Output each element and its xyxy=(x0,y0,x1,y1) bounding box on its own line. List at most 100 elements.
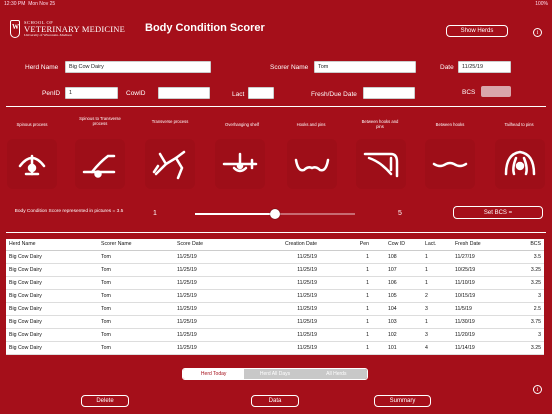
hooks-and-pins-icon[interactable] xyxy=(287,139,337,189)
table-cell: Big Cow Dairy xyxy=(6,250,98,264)
between-hooks-and-pins-icon[interactable] xyxy=(356,139,406,189)
lact-field[interactable] xyxy=(248,87,274,99)
table-cell: 11/25/19 xyxy=(258,341,320,355)
col-herd-name[interactable]: Herd Name xyxy=(6,239,98,251)
table-row[interactable]: Big Cow Dairy Tom 11/25/19 11/25/19 1 107 1 10/… xyxy=(6,263,544,277)
table-cell: 4 xyxy=(422,341,452,355)
table-cell: 3.25 xyxy=(508,341,544,355)
status-battery: 100% xyxy=(535,1,548,7)
table-row[interactable]: Big Cow Dairy Tom 11/25/19 11/25/19 1 101 4 11/… xyxy=(6,341,544,355)
filter-herd-all-days[interactable]: Herd All Days xyxy=(244,369,306,379)
table-cell: 11/25/19 xyxy=(174,341,258,355)
between-hooks-icon[interactable] xyxy=(425,139,475,189)
table-cell: 11/25/19 xyxy=(174,276,258,290)
fresh-due-label: Fresh/Due Date xyxy=(311,91,357,98)
table-row[interactable]: Big Cow Dairy Tom 11/25/19 11/25/19 1 102 3 11/… xyxy=(6,328,544,342)
table-cell: Tom xyxy=(98,276,174,290)
table-cell: 104 xyxy=(372,302,422,316)
table-cell: 11/25/19 xyxy=(174,289,258,303)
table-cell: 11/25/19 xyxy=(258,263,320,277)
cowid-label: CowID xyxy=(126,90,146,97)
table-cell: 1 xyxy=(422,315,452,329)
table-cell: 101 xyxy=(372,341,422,355)
date-field[interactable]: 11/25/19 xyxy=(458,61,511,73)
table-cell: 11/25/19 xyxy=(258,276,320,290)
table-cell: 1 xyxy=(320,315,372,329)
table-cell: 1 xyxy=(422,276,452,290)
status-bar: 12:30 PM Mon Nov 25 xyxy=(4,1,55,7)
table-cell: 3.25 xyxy=(508,276,544,290)
records-table[interactable]: Herd Name Scorer Name Score Date Creatio… xyxy=(6,239,544,355)
table-cell: 1 xyxy=(422,263,452,277)
table-row[interactable]: Big Cow Dairy Tom 11/25/19 11/25/19 1 103 1 11/… xyxy=(6,315,544,329)
fresh-due-field[interactable] xyxy=(363,87,415,99)
col-bcs[interactable]: BCS xyxy=(508,239,544,251)
col-score-date[interactable]: Score Date xyxy=(174,239,258,251)
table-cell: 11/25/19 xyxy=(258,328,320,342)
table-cell: 3.5 xyxy=(508,250,544,264)
table-cell: 3 xyxy=(422,328,452,342)
penid-field[interactable]: 1 xyxy=(65,87,118,99)
col-lact[interactable]: Lact. xyxy=(422,239,452,251)
table-cell: 11/27/19 xyxy=(452,250,508,264)
table-cell: 3.75 xyxy=(508,315,544,329)
col-pen[interactable]: Pen xyxy=(320,239,372,251)
spinous-process-icon[interactable] xyxy=(7,139,57,189)
table-cell: 2.5 xyxy=(508,302,544,316)
process-label-hooks-pins: Hooks and pins xyxy=(296,122,326,127)
col-fresh-date[interactable]: Fresh Date xyxy=(452,239,508,251)
info-icon-bottom[interactable]: i xyxy=(533,385,542,394)
herd-name-field[interactable]: Big Cow Dairy xyxy=(65,61,211,73)
filter-herd-today[interactable]: Herd Today xyxy=(183,369,245,379)
table-cell: 1 xyxy=(320,276,372,290)
info-icon[interactable]: i xyxy=(533,28,542,37)
bcs-display xyxy=(481,86,511,97)
logo-line3: University of Wisconsin–Madison xyxy=(24,32,73,37)
table-cell: 107 xyxy=(372,263,422,277)
bcs-label: BCS xyxy=(462,89,476,96)
table-cell: 1 xyxy=(320,250,372,264)
school-logo: SCHOOL OF VETERINARY MEDICINE University… xyxy=(10,20,125,38)
col-cow-id[interactable]: Cow ID xyxy=(372,239,422,251)
table-row[interactable]: Big Cow Dairy Tom 11/25/19 11/25/19 1 106 1 11/… xyxy=(6,276,544,290)
scorer-name-field[interactable]: Tom xyxy=(314,61,416,73)
process-label-spinous-transverse: Spinous to Transverse process xyxy=(79,116,121,127)
set-bcs-button[interactable]: Set BCS = xyxy=(453,206,543,219)
show-herds-button[interactable]: Show Herds xyxy=(446,25,508,37)
table-cell: Tom xyxy=(98,328,174,342)
scorer-name-label: Scorer Name xyxy=(270,64,309,71)
table-row[interactable]: Big Cow Dairy Tom 11/25/19 11/25/19 1 104 3 11/… xyxy=(6,302,544,316)
spinous-to-transverse-icon[interactable] xyxy=(75,139,125,189)
herd-filter-segment[interactable]: Herd Today Herd All Days All Herds xyxy=(182,368,368,380)
cowid-field[interactable] xyxy=(158,87,210,99)
filter-all-herds[interactable]: All Herds xyxy=(305,369,367,379)
col-creation-date[interactable]: Creation Date xyxy=(258,239,320,251)
table-cell: 11/25/19 xyxy=(174,315,258,329)
table-cell: Tom xyxy=(98,289,174,303)
table-cell: 11/25/19 xyxy=(258,289,320,303)
tailhead-to-pins-icon[interactable] xyxy=(495,139,545,189)
table-row[interactable]: Big Cow Dairy Tom 11/25/19 11/25/19 1 105 2 10/… xyxy=(6,289,544,303)
divider-bottom xyxy=(6,232,546,233)
bcs-slider-thumb[interactable] xyxy=(270,209,280,219)
table-cell: 11/25/19 xyxy=(258,302,320,316)
data-button[interactable]: Data xyxy=(251,395,299,407)
summary-button[interactable]: Summary xyxy=(374,395,431,407)
table-cell: Big Cow Dairy xyxy=(6,263,98,277)
page-title: Body Condition Scorer xyxy=(145,22,265,34)
table-cell: 11/14/19 xyxy=(452,341,508,355)
table-cell: 11/25/19 xyxy=(174,263,258,277)
table-cell: 10/25/19 xyxy=(452,263,508,277)
slider-min-label: 1 xyxy=(153,210,157,217)
table-cell: Big Cow Dairy xyxy=(6,276,98,290)
transverse-process-icon[interactable] xyxy=(145,139,195,189)
process-label-tailhead-pins: Tailhead to pins xyxy=(504,122,534,127)
table-cell: Big Cow Dairy xyxy=(6,341,98,355)
col-scorer-name[interactable]: Scorer Name xyxy=(98,239,174,251)
table-row[interactable]: Big Cow Dairy Tom 11/25/19 11/25/19 1 108 1 11/… xyxy=(6,250,544,264)
table-cell: Big Cow Dairy xyxy=(6,302,98,316)
delete-button[interactable]: Delete xyxy=(81,395,129,407)
table-cell: 3.25 xyxy=(508,263,544,277)
overhanging-shelf-icon[interactable] xyxy=(215,139,265,189)
lact-label: Lact xyxy=(232,91,245,98)
